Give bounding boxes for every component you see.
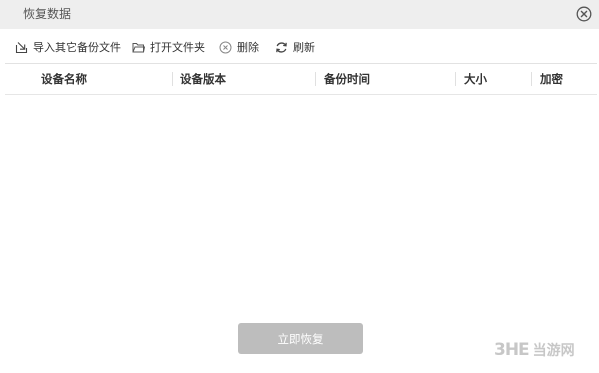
- column-header-size[interactable]: 大小: [464, 64, 487, 94]
- import-icon: [15, 41, 28, 53]
- refresh-label: 刷新: [293, 41, 315, 54]
- watermark-text: 当游网: [532, 343, 575, 359]
- column-separator: [455, 72, 456, 86]
- column-header-device-version[interactable]: 设备版本: [180, 64, 226, 94]
- watermark-logo: 3HE: [494, 340, 530, 360]
- folder-icon: [132, 42, 145, 52]
- column-separator: [172, 72, 173, 86]
- open-folder-label: 打开文件夹: [150, 41, 205, 54]
- column-header-device-name[interactable]: 设备名称: [41, 64, 87, 94]
- restore-now-label: 立即恢复: [277, 331, 324, 346]
- open-folder-button[interactable]: 打开文件夹: [132, 39, 205, 55]
- table-header: 设备名称 设备版本 备份时间 大小 加密: [5, 64, 597, 94]
- column-header-encryption[interactable]: 加密: [540, 64, 563, 94]
- refresh-button[interactable]: 刷新: [275, 39, 315, 55]
- column-separator: [531, 72, 532, 86]
- toolbar: 导入其它备份文件 打开文件夹 删除 刷新: [0, 34, 599, 60]
- window-title: 恢复数据: [23, 7, 72, 21]
- watermark: 3HE 当游网: [494, 338, 575, 362]
- import-backup-button[interactable]: 导入其它备份文件: [15, 39, 121, 55]
- title-bar: 恢复数据: [0, 0, 599, 29]
- delete-button[interactable]: 删除: [219, 39, 259, 55]
- import-backup-label: 导入其它备份文件: [33, 41, 121, 54]
- restore-now-button[interactable]: 立即恢复: [238, 323, 363, 354]
- column-separator: [315, 72, 316, 86]
- column-header-backup-time[interactable]: 备份时间: [324, 64, 370, 94]
- delete-circle-icon: [219, 41, 232, 53]
- backup-list[interactable]: [5, 95, 597, 315]
- close-icon[interactable]: [576, 6, 592, 22]
- refresh-icon: [276, 41, 287, 53]
- delete-label: 删除: [237, 41, 259, 54]
